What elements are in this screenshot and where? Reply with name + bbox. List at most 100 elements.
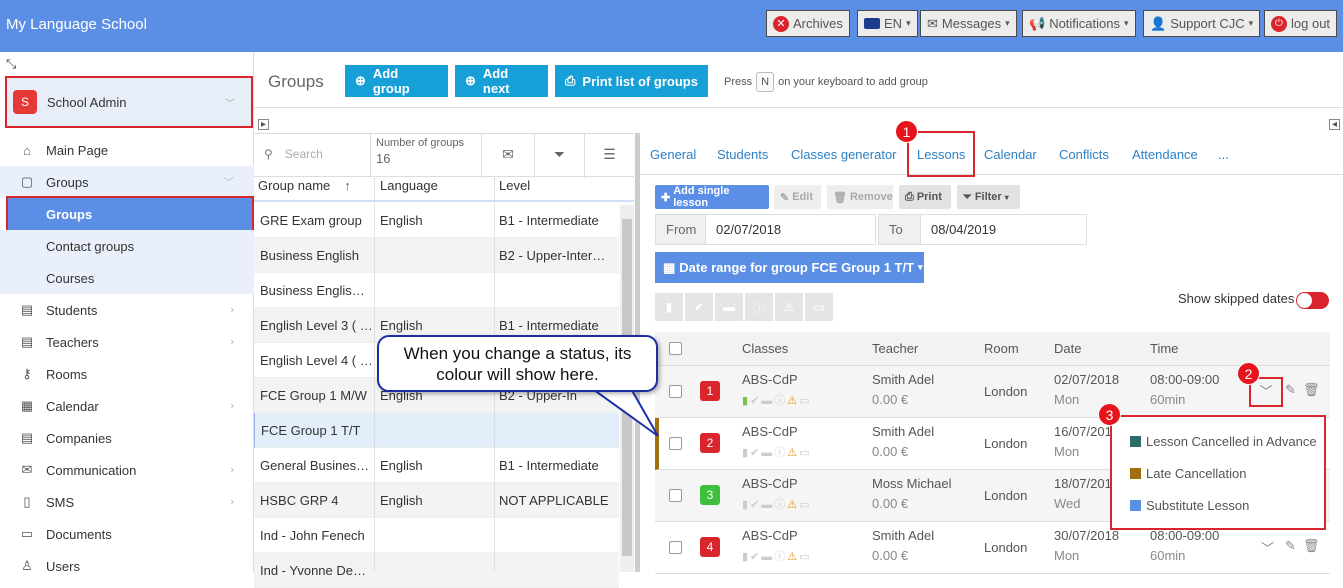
lesson-status-icons: ▮✔▬ⓘ⚠▭ xyxy=(742,395,812,407)
tab-more[interactable]: ... xyxy=(1218,147,1229,162)
pencil-icon[interactable]: ✎ xyxy=(1285,382,1296,398)
support-button[interactable]: 👤 Support CJC ▾ xyxy=(1143,10,1261,37)
sidebar-item-calendar[interactable]: ▦ Calendar › xyxy=(0,390,254,422)
tab-lessons[interactable]: Lessons xyxy=(906,131,976,177)
info-status-icon[interactable]: ⓘ xyxy=(745,293,773,321)
col-level[interactable]: Level xyxy=(499,178,530,193)
table-row[interactable]: Ind - Yvonne De… xyxy=(254,553,619,588)
date-range-button[interactable]: ▦ Date range for group FCE Group 1 T/T ▾ xyxy=(655,252,924,283)
table-row[interactable]: Ind - John Fenech xyxy=(254,518,619,553)
row-checkbox[interactable] xyxy=(669,489,682,502)
filter-icon[interactable]: ⏷ xyxy=(534,134,584,178)
row-checkbox[interactable] xyxy=(669,541,682,554)
row-checkbox[interactable] xyxy=(669,437,682,450)
envelope-icon: ✉ xyxy=(21,462,33,477)
folder-status-icon[interactable]: ▭ xyxy=(805,293,833,321)
flag-icon xyxy=(864,18,880,29)
detail-tabs: General Students Classes generator Lesso… xyxy=(640,131,1343,177)
sidebar-subitem-groups[interactable]: Groups xyxy=(6,196,254,232)
warning-status-icon[interactable]: ⚠ xyxy=(775,293,803,321)
search-icon: ⚲ xyxy=(264,147,273,161)
table-row[interactable]: HSBC GRP 4 English NOT APPLICABLE xyxy=(254,483,619,518)
chevron-down-icon[interactable]: ﹀ xyxy=(1261,538,1274,557)
table-row[interactable]: General Busines… English B1 - Intermediate xyxy=(254,448,619,483)
lesson-status-icons: ▮✔▬ⓘ⚠▭ xyxy=(742,551,812,563)
sidebar-subitem-contact-groups[interactable]: Contact groups xyxy=(0,230,254,262)
language-selector[interactable]: EN ▾ xyxy=(857,10,918,37)
collapse-arrows-icon[interactable]: ⤡ xyxy=(6,56,16,72)
sidebar-item-groups[interactable]: ▢ Groups ﹀ xyxy=(0,166,254,198)
number-of-groups: Number of groups 16 xyxy=(370,134,482,178)
tab-general[interactable]: General xyxy=(650,147,696,162)
table-row[interactable]: GRE Exam group English B1 - Intermediate xyxy=(254,203,619,238)
status-option-substitute[interactable]: Substitute Lesson xyxy=(1130,498,1249,513)
lesson-row[interactable]: 1 ABS-CdP ▮✔▬ⓘ⚠▭ Smith Adel 0.00 € Londo… xyxy=(655,366,1330,418)
status-option-cancelled-advance[interactable]: Lesson Cancelled in Advance xyxy=(1130,434,1317,449)
table-row-selected[interactable]: FCE Group 1 T/T xyxy=(254,413,619,448)
row-checkbox[interactable] xyxy=(669,385,682,398)
sidebar-item-rooms[interactable]: ⚷ Rooms xyxy=(0,358,254,390)
tab-students[interactable]: Students xyxy=(717,147,768,162)
sidebar-item-users[interactable]: ♙ Users xyxy=(0,550,254,582)
chevron-down-icon: ▾ xyxy=(1124,18,1129,28)
to-date-field[interactable]: To 08/04/2019 xyxy=(878,214,1087,245)
tab-calendar[interactable]: Calendar xyxy=(984,147,1037,162)
sidebar-item-communication[interactable]: ✉ Communication › xyxy=(0,454,254,486)
print-list-button[interactable]: ⎙ Print list of groups xyxy=(555,65,708,97)
video-status-icon[interactable]: ▬ xyxy=(715,293,743,321)
tab-conflicts[interactable]: Conflicts xyxy=(1059,147,1109,162)
add-next-button[interactable]: ⊕ Add next xyxy=(455,65,548,97)
envelope-icon[interactable]: ✉ xyxy=(483,146,533,163)
filter-button[interactable]: ⏷ Filter ▾ xyxy=(957,185,1020,209)
check-status-icon[interactable]: ✔ xyxy=(685,293,713,321)
expand-left-icon[interactable]: ▸ xyxy=(258,119,269,130)
show-skipped-toggle[interactable] xyxy=(1296,292,1329,309)
envelope-icon: ✉ xyxy=(927,15,938,31)
school-selector[interactable]: S School Admin ﹀ xyxy=(5,76,253,128)
add-single-lesson-button[interactable]: ✚ Add single lesson xyxy=(655,185,769,209)
pencil-icon[interactable]: ✎ xyxy=(1285,538,1296,554)
top-bar: My Language School ✕ Archives EN ▾ ✉ Mes… xyxy=(0,0,1343,52)
edit-button[interactable]: ✎ Edit xyxy=(774,185,821,209)
status-color-swatch xyxy=(1130,436,1141,447)
filter-icon: ⏷ xyxy=(963,190,972,203)
tab-attendance[interactable]: Attendance xyxy=(1132,147,1198,162)
table-row[interactable]: Business English B2 - Upper-Inter… xyxy=(254,238,619,273)
print-button[interactable]: ⎙ Print xyxy=(899,185,951,209)
column-divider xyxy=(374,178,375,572)
menu-icon[interactable]: ☰ xyxy=(584,134,634,178)
messages-button[interactable]: ✉ Messages ▾ xyxy=(920,10,1017,37)
chevron-right-icon: › xyxy=(230,400,234,412)
tab-classes-generator[interactable]: Classes generator xyxy=(791,147,897,162)
logout-button[interactable]: ⏻ log out xyxy=(1264,10,1338,37)
col-language[interactable]: Language xyxy=(380,178,438,193)
sidebar-item-companies[interactable]: ▤ Companies xyxy=(0,422,254,454)
power-icon: ⏻ xyxy=(1271,15,1287,32)
expand-right-icon[interactable]: ◂ xyxy=(1329,119,1340,130)
sidebar-item-students[interactable]: ▤ Students › xyxy=(0,294,254,326)
archives-button[interactable]: ✕ Archives xyxy=(766,10,850,37)
col-group-name[interactable]: Group name ↑ xyxy=(258,178,351,193)
sidebar-item-main-page[interactable]: ⌂ Main Page xyxy=(0,134,254,166)
trash-icon[interactable]: 🗑 xyxy=(1303,382,1320,398)
chevron-right-icon: › xyxy=(230,336,234,348)
sidebar-subitem-courses[interactable]: Courses xyxy=(0,262,254,294)
table-row[interactable]: Business Englis… xyxy=(254,273,619,308)
sidebar-item-documents[interactable]: ▭ Documents xyxy=(0,518,254,550)
from-date-field[interactable]: From 02/07/2018 xyxy=(655,214,876,245)
document-status-icon[interactable]: ▮ xyxy=(655,293,683,321)
chevron-down-icon: ▾ xyxy=(906,18,911,28)
notifications-button[interactable]: 📢 Notifications ▾ xyxy=(1022,10,1136,37)
page-header: Groups ⊕ Add group ⊕ Add next ⎙ Print list … xyxy=(254,52,1343,108)
select-all-checkbox[interactable] xyxy=(669,342,682,355)
sidebar-item-sms[interactable]: ▯ SMS › xyxy=(0,486,254,518)
chevron-right-icon: › xyxy=(230,496,234,508)
remove-button[interactable]: 🗑 Remove xyxy=(827,185,893,209)
trash-icon[interactable]: 🗑 xyxy=(1303,538,1320,554)
search-input[interactable]: ⚲ Search xyxy=(264,147,323,161)
sidebar-item-teachers[interactable]: ▤ Teachers › xyxy=(0,326,254,358)
bullhorn-icon: 📢 xyxy=(1029,15,1046,31)
chevron-down-icon: ▾ xyxy=(1005,18,1010,28)
status-option-late-cancellation[interactable]: Late Cancellation xyxy=(1130,466,1246,481)
add-group-button[interactable]: ⊕ Add group xyxy=(345,65,448,97)
